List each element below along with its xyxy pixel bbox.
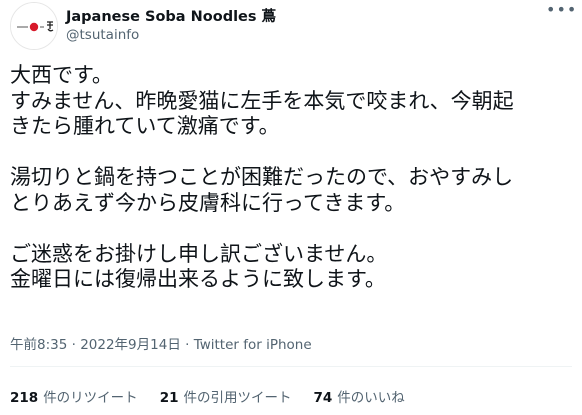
likes-label: 件のいいね — [337, 390, 405, 406]
engagement-stats: 218 件のリツイート 21 件の引用ツイート 74 件のいいね — [10, 386, 405, 406]
tweet-text-line: とりあえず今から皮膚科に行ってきます。 — [10, 190, 406, 215]
tweet-text-line — [10, 140, 575, 166]
tweet-metadata: 午前8:35 · 2022年9月14日 · Twitter for iPhone — [10, 333, 312, 353]
divider — [10, 366, 572, 367]
tweet-text-line: ご迷惑をお掛けし申し訳ございません。 — [10, 241, 388, 266]
tweet-source[interactable]: Twitter for iPhone — [194, 337, 312, 353]
likes-stat[interactable]: 74 件のいいね — [313, 386, 404, 406]
tweet-time: 午前8:35 — [10, 337, 68, 353]
tweet-timestamp[interactable]: 午前8:35 · 2022年9月14日 — [10, 337, 181, 353]
tweet-text-line — [10, 216, 575, 242]
quotes-stat[interactable]: 21 件の引用ツイート — [160, 386, 292, 406]
meta-separator: · — [180, 337, 194, 353]
author-handle[interactable]: @tsutainfo — [66, 27, 139, 43]
quotes-count: 21 — [159, 390, 179, 406]
tweet-text-line: 金曜日には復帰出来るように致します。 — [10, 267, 386, 291]
avatar[interactable] — [10, 2, 58, 50]
retweets-stat[interactable]: 218 件のリツイート — [10, 386, 138, 406]
retweets-count: 218 — [10, 390, 39, 406]
tweet-text-line: すみません、昨晩愛猫に左手を本気で咬まれ、今朝起 — [10, 88, 514, 113]
tweet-text-line: きたら腫れていて激痛です。 — [10, 114, 280, 138]
likes-count: 74 — [313, 390, 333, 406]
tweet: Japanese Soba Noodles 蔦 @tsutainfo ••• 大… — [0, 0, 582, 415]
tweet-text-line: 湯切りと鍋を持つことが困難だったので、おやすみし — [10, 165, 514, 189]
tweet-text-line: 大西です。 — [10, 63, 113, 87]
tweet-text: 大西です。 すみません、昨晩愛猫に左手を本気で咬まれ、今朝起 きたら腫れていて激… — [10, 63, 575, 293]
tweet-date: 2022年9月14日 — [80, 337, 181, 353]
more-options-icon[interactable]: ••• — [546, 2, 576, 24]
brand-logo-icon — [11, 3, 57, 49]
retweets-label: 件のリツイート — [43, 390, 138, 406]
quotes-label: 件の引用ツイート — [183, 390, 292, 406]
meta-separator: · — [67, 337, 81, 353]
author-name[interactable]: Japanese Soba Noodles 蔦 — [66, 5, 276, 26]
